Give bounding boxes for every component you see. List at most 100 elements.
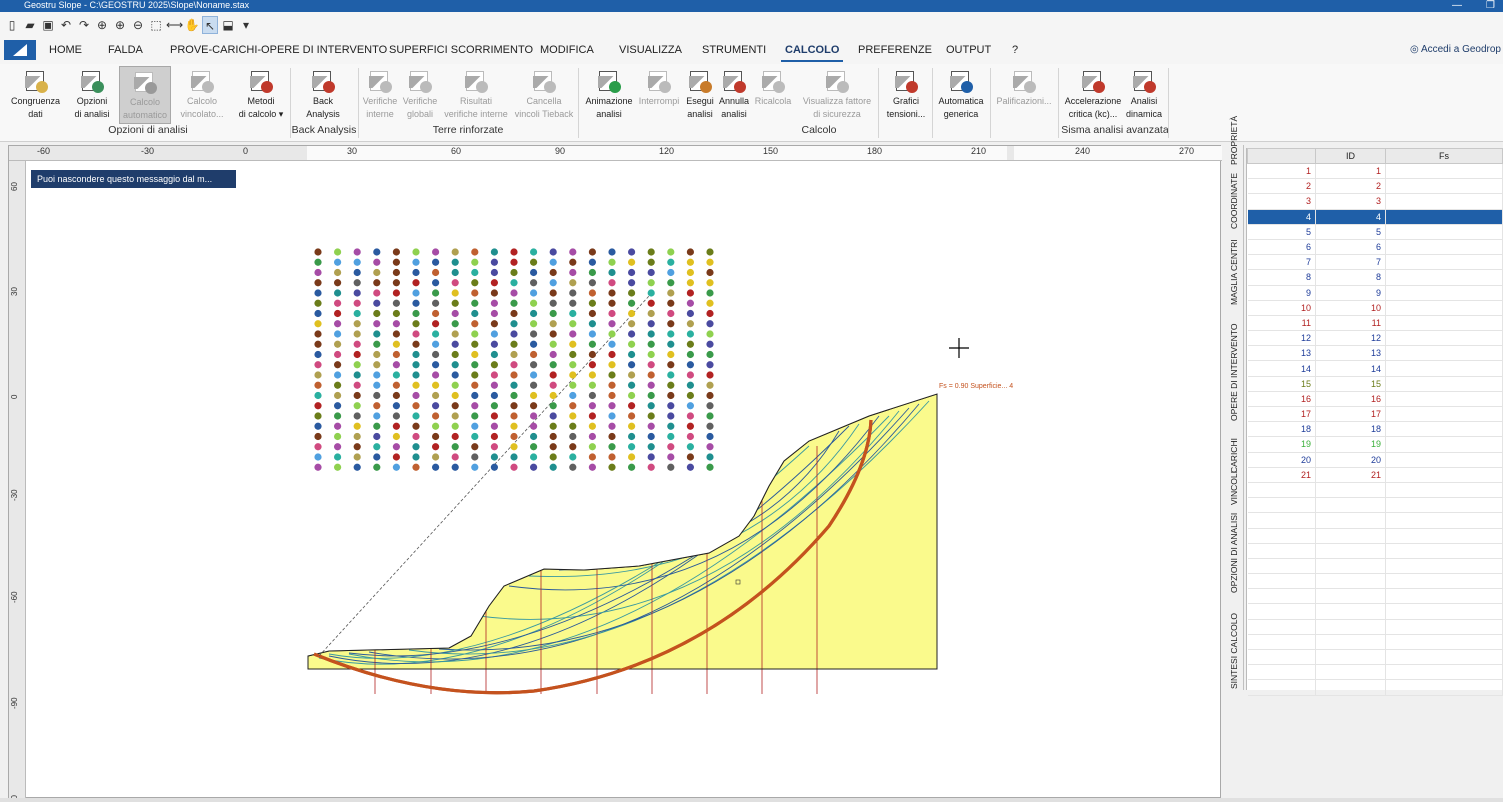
table-row[interactable]: 21 21 — [1247, 467, 1503, 483]
drawing-area[interactable]: -60 -30 0 30 60 90 120 150 180 210 240 270 60 30 0 -30… — [8, 145, 1222, 799]
centre-grid-point — [549, 279, 557, 287]
table-row[interactable]: 13 13 — [1247, 345, 1503, 362]
empty-cell — [1315, 528, 1386, 544]
table-row[interactable]: 99 — [1247, 285, 1503, 301]
tab-strumenti[interactable]: STRUMENTI — [702, 44, 766, 56]
calcolo-vincolato-button[interactable]: Calcolo vincolato... — [178, 66, 226, 124]
info-message[interactable]: Puoi nascondere questo messaggio dal m..… — [31, 170, 236, 188]
table-row[interactable]: 77 — [1247, 254, 1503, 271]
table-row[interactable]: 11 11 — [1247, 315, 1503, 332]
cancella-button[interactable]: Cancella vincoli Tieback — [512, 66, 576, 124]
centre-grid-point — [588, 330, 597, 338]
centre-grid-point — [471, 320, 479, 328]
table-row[interactable]: 18 18 — [1247, 421, 1503, 438]
side-tab-carichi[interactable]: CARICHI — [1229, 438, 1239, 473]
tab-home[interactable]: HOME — [49, 44, 82, 56]
surface-id: 16 — [1315, 391, 1386, 408]
zoom-window-icon[interactable]: ⬚ — [148, 16, 164, 34]
table-row[interactable]: 12 12 — [1247, 330, 1503, 347]
palificazioni-button[interactable]: Palificazioni... — [994, 66, 1054, 124]
accelerazione-button[interactable]: Accelerazione critica (kc)... — [1062, 66, 1124, 124]
select-zoom-icon[interactable]: ⬓ — [220, 16, 236, 34]
tab-output[interactable]: OUTPUT — [946, 44, 991, 56]
fs-cell — [1385, 300, 1503, 316]
side-tab-opere-di-intervento[interactable]: OPERE DI INTERVENTO — [1229, 324, 1239, 421]
tab-modifica[interactable]: MODIFICA — [540, 44, 594, 56]
zoom-all-icon[interactable]: ⊕ — [94, 16, 110, 34]
table-row[interactable]: 22 — [1247, 178, 1503, 195]
new-file-icon[interactable]: ▯ — [4, 16, 20, 34]
visualizza-fattore-button[interactable]: Visualizza fattore di sicurezza — [800, 66, 874, 124]
centre-grid-point — [432, 340, 440, 348]
metodi-button[interactable]: Metodi di calcolo ▾ — [235, 66, 287, 124]
risultati-button[interactable]: Risultati verifiche interne — [441, 66, 511, 124]
table-row[interactable]: 19 19 — [1247, 436, 1503, 453]
tab-superfici-scorrimento[interactable]: SUPERFICI SCORRIMENTO — [389, 44, 533, 56]
animazione-button[interactable]: Animazione analisi — [583, 66, 635, 124]
ricalcola-button[interactable]: Ricalcola — [754, 66, 792, 124]
tab-visualizza[interactable]: VISUALIZZA — [619, 44, 682, 56]
centre-grid-point — [392, 320, 400, 328]
side-tab-propriet-[interactable]: PROPRIETÀ — [1229, 116, 1239, 165]
table-row[interactable]: 14 14 — [1247, 360, 1503, 377]
table-row[interactable]: 44 — [1247, 209, 1503, 225]
back-analysis-button[interactable]: Back Analysis — [300, 66, 346, 124]
slope-canvas[interactable]: Fs = 0.90 Superficie... 4 — [9, 146, 1222, 799]
annulla-button[interactable]: Annulla analisi — [716, 66, 752, 124]
tab-falda[interactable]: FALDA — [108, 44, 143, 56]
side-tab-vincoli[interactable]: VINCOLI — [1229, 471, 1239, 505]
select-pointer-icon[interactable]: ↖ — [202, 16, 218, 34]
verifiche-interne-button[interactable]: Verifiche interne — [361, 66, 399, 124]
esegui-button[interactable]: Esegui analisi — [683, 66, 717, 124]
zoom-out-icon[interactable]: ⊖ — [130, 16, 146, 34]
centre-grid-point — [451, 391, 459, 400]
table-row[interactable]: 55 — [1247, 224, 1503, 240]
centre-grid-point — [471, 371, 479, 379]
open-file-icon[interactable]: ▰ — [22, 16, 38, 34]
redo-icon[interactable]: ↷ — [76, 16, 92, 34]
centre-grid-point — [530, 289, 538, 297]
table-row[interactable]: 20 20 — [1247, 452, 1503, 468]
verifiche-globali-button[interactable]: Verifiche globali — [401, 66, 439, 124]
account-link[interactable]: ◎ Accedi a Geodrop — [1410, 44, 1501, 55]
visualizza-fattore-icon — [824, 68, 850, 94]
table-row[interactable]: 16 16 — [1247, 391, 1503, 408]
zoom-in-icon[interactable]: ⊕ — [112, 16, 128, 34]
table-row[interactable]: 66 — [1247, 239, 1503, 256]
minimize-icon[interactable]: — — [1452, 0, 1462, 11]
table-row[interactable]: 10 10 — [1247, 300, 1503, 316]
tab-[interactable]: ? — [1012, 44, 1018, 56]
side-tab-sintesi-calcolo[interactable]: SINTESI CALCOLO — [1229, 613, 1239, 689]
table-row[interactable]: 15 15 — [1247, 376, 1503, 392]
centre-grid-point — [706, 320, 714, 328]
save-icon[interactable]: ▣ — [40, 16, 56, 34]
tab-prove-carichi-opere-di-intervento[interactable]: PROVE-CARICHI-OPERE DI INTERVENTO — [170, 44, 387, 56]
measure-icon[interactable]: ⟷ — [166, 16, 183, 34]
congruenza-button[interactable]: Congruenza dati — [8, 66, 63, 124]
centre-grid-point — [510, 453, 518, 461]
table-row[interactable]: 88 — [1247, 269, 1503, 286]
side-tab-opzioni-di-analisi[interactable]: OPZIONI DI ANALISI — [1229, 513, 1239, 593]
customize-toolbar-icon[interactable]: ▾ — [238, 16, 254, 34]
side-tab-coordinate[interactable]: COORDINATE — [1229, 173, 1239, 229]
interrompi-button[interactable]: Interrompi — [637, 66, 681, 124]
table-row[interactable]: 17 17 — [1247, 406, 1503, 423]
opzioni-button[interactable]: Opzioni di analisi — [70, 66, 114, 124]
pan-icon[interactable]: ✋ — [184, 16, 200, 34]
tab-preferenze[interactable]: PREFERENZE — [858, 44, 932, 56]
calcolo-automatico-button[interactable]: Calcolo automatico — [119, 66, 171, 124]
undo-icon[interactable]: ↶ — [58, 16, 74, 34]
tab-calcolo[interactable]: CALCOLO — [780, 44, 844, 62]
restore-icon[interactable]: ❐ — [1486, 0, 1495, 11]
automatica-button[interactable]: Automatica generica — [935, 66, 987, 124]
dinamica-button[interactable]: Analisi dinamica — [1125, 66, 1163, 124]
file-menu-button[interactable] — [4, 40, 36, 60]
table-row[interactable]: 33 — [1247, 193, 1503, 210]
grid-header[interactable]: Fs — [1385, 148, 1503, 164]
grafici-button[interactable]: Grafici tensioni... — [883, 66, 929, 124]
verifiche-globali-label-2: globali — [406, 109, 434, 119]
table-row[interactable]: 11 — [1247, 163, 1503, 180]
grid-header[interactable] — [1247, 148, 1316, 164]
grid-header[interactable]: ID — [1315, 148, 1386, 164]
side-tab-maglia-centri[interactable]: MAGLIA CENTRI — [1229, 239, 1239, 305]
